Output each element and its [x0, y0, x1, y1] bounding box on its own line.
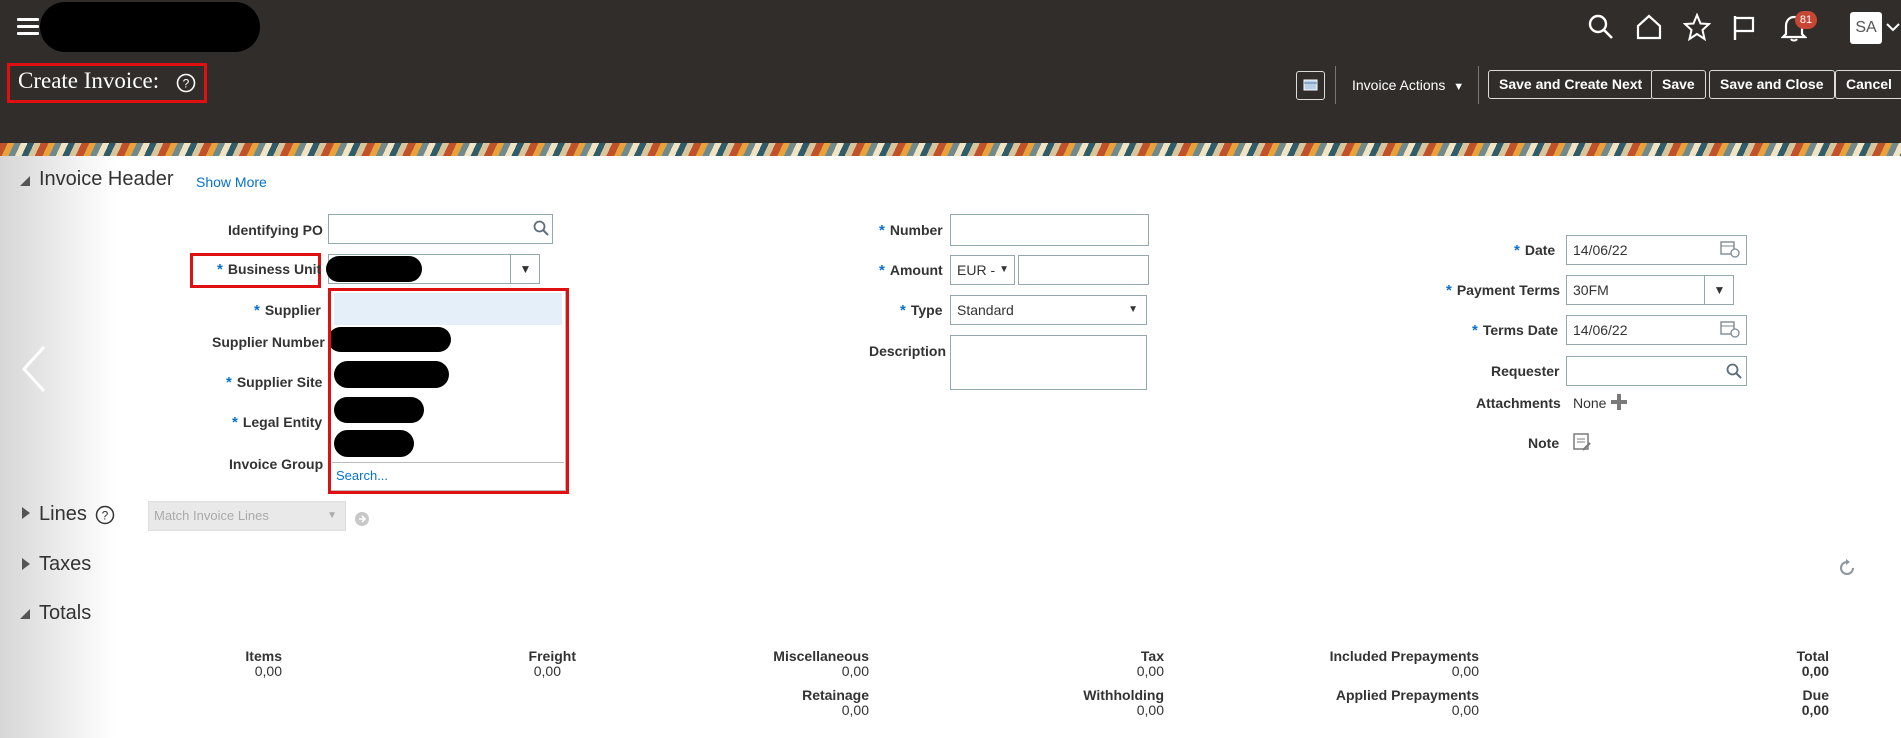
invoice-actions-menu[interactable]: Invoice Actions ▼	[1352, 77, 1464, 93]
terms-date-label: * Terms Date	[1472, 322, 1559, 339]
invoice-header-title: Invoice Header	[39, 168, 174, 190]
totals-due-label: Due	[1802, 687, 1829, 703]
number-label: * Number	[879, 222, 943, 239]
taxes-section-title: Taxes	[39, 553, 92, 575]
supplier-number-label: Supplier Number	[212, 334, 325, 350]
favorites-star-icon[interactable]	[1682, 12, 1712, 46]
totals-due-value: 0,00	[1801, 702, 1829, 718]
cancel-button[interactable]: Cancel	[1835, 70, 1901, 99]
totals-freight-value: 0,00	[533, 663, 561, 679]
currency-select[interactable]: EUR - ▼	[950, 255, 1015, 285]
totals-items-value: 0,00	[254, 663, 282, 679]
invoice-group-label: Invoice Group	[229, 456, 324, 472]
left-shade	[0, 156, 115, 738]
redacted-logo	[40, 2, 260, 52]
payment-terms-dropdown-button[interactable]: ▼	[1704, 275, 1734, 305]
menu-icon[interactable]	[17, 14, 39, 39]
note-label: Note	[1528, 435, 1560, 451]
previous-arrow-icon[interactable]	[20, 345, 48, 398]
home-icon[interactable]	[1635, 13, 1663, 46]
notifications-badge: 81	[1795, 11, 1817, 29]
match-invoice-lines-select[interactable]: Match Invoice Lines ▼	[148, 501, 346, 531]
help-icon[interactable]: ?	[95, 505, 115, 530]
calendar-icon[interactable]	[1720, 320, 1740, 343]
collapse-triangle-icon[interactable]	[19, 607, 31, 625]
attachments-value: None	[1573, 395, 1607, 411]
type-select[interactable]: Standard ▼	[950, 295, 1147, 325]
requester-input[interactable]	[1566, 356, 1747, 386]
show-more-link[interactable]: Show More	[196, 174, 267, 190]
totals-tax-value: 0,00	[1136, 663, 1164, 679]
chevron-down-icon: ▼	[1128, 304, 1138, 315]
amount-label: * Amount	[879, 262, 943, 279]
decorative-banner	[0, 143, 1901, 156]
totals-items-label: Items	[245, 648, 282, 664]
totals-miscellaneous-label: Miscellaneous	[773, 648, 869, 664]
date-label: * Date	[1514, 242, 1556, 259]
save-and-close-button[interactable]: Save and Close	[1709, 70, 1835, 99]
payment-terms-label: * Payment Terms	[1446, 282, 1561, 299]
go-arrow-icon[interactable]	[354, 511, 370, 532]
page-title: Create Invoice:	[18, 68, 160, 93]
number-input[interactable]	[950, 214, 1149, 246]
dropdown-highlight-box	[328, 288, 569, 494]
help-icon[interactable]: ?	[176, 73, 196, 98]
identifying-po-label: Identifying PO	[228, 222, 323, 238]
user-avatar[interactable]: SA	[1850, 12, 1882, 44]
totals-tax-label: Tax	[1140, 648, 1164, 664]
business-unit-dropdown-button[interactable]: ▼	[510, 254, 540, 284]
svg-text:?: ?	[102, 509, 109, 523]
save-and-create-next-button[interactable]: Save and Create Next	[1488, 70, 1654, 99]
supplier-site-label: * Supplier Site	[226, 374, 323, 391]
totals-included-prepayments-value: 0,00	[1451, 663, 1479, 679]
totals-retainage-label: Retainage	[802, 687, 869, 703]
search-icon[interactable]	[1726, 363, 1742, 384]
toolbar-divider	[1335, 66, 1336, 104]
attachments-label: Attachments	[1476, 395, 1561, 411]
supplier-label: * Supplier	[254, 302, 321, 319]
totals-section-title: Totals	[39, 602, 92, 624]
business-unit-label: * Business Unit	[217, 261, 322, 278]
totals-applied-prepayments-value: 0,00	[1451, 702, 1479, 718]
requester-label: Requester	[1491, 363, 1560, 379]
chevron-down-icon: ▼	[999, 264, 1009, 275]
refresh-icon[interactable]	[1837, 558, 1857, 583]
identifying-po-input[interactable]	[328, 214, 553, 244]
totals-withholding-value: 0,00	[1136, 702, 1164, 718]
collapse-triangle-icon[interactable]	[19, 174, 31, 192]
totals-miscellaneous-value: 0,00	[841, 663, 869, 679]
redacted-business-unit	[326, 256, 422, 282]
totals-withholding-label: Withholding	[1083, 687, 1164, 703]
svg-text:?: ?	[183, 77, 190, 91]
type-label: * Type	[900, 302, 943, 319]
amount-input[interactable]	[1018, 255, 1149, 285]
description-label: Description	[869, 343, 947, 359]
add-attachment-icon[interactable]	[1610, 393, 1628, 416]
invoice-actions-label: Invoice Actions	[1352, 77, 1446, 93]
note-icon[interactable]	[1573, 433, 1591, 456]
save-button[interactable]: Save	[1651, 70, 1706, 99]
totals-retainage-value: 0,00	[841, 702, 869, 718]
totals-included-prepayments-label: Included Prepayments	[1329, 648, 1479, 664]
flag-icon[interactable]	[1731, 14, 1757, 47]
totals-freight-label: Freight	[528, 648, 576, 664]
totals-total-value: 0,00	[1801, 663, 1829, 679]
toolbar-divider	[1478, 66, 1479, 104]
lines-section-title: Lines	[39, 503, 87, 525]
description-textarea[interactable]	[950, 335, 1147, 390]
totals-applied-prepayments-label: Applied Prepayments	[1335, 687, 1479, 703]
search-icon[interactable]	[533, 220, 549, 241]
totals-total-label: Total	[1796, 648, 1829, 664]
expand-triangle-icon[interactable]	[21, 506, 31, 525]
expand-triangle-icon[interactable]	[21, 557, 31, 576]
caret-down-icon: ▼	[1453, 81, 1465, 93]
search-icon[interactable]	[1588, 14, 1614, 45]
chevron-down-icon: ▼	[327, 510, 337, 521]
calendar-icon[interactable]	[1720, 240, 1740, 263]
chevron-down-icon[interactable]	[1886, 20, 1900, 38]
panel-toggle-icon[interactable]	[1296, 71, 1325, 100]
legal-entity-label: * Legal Entity	[232, 414, 323, 431]
